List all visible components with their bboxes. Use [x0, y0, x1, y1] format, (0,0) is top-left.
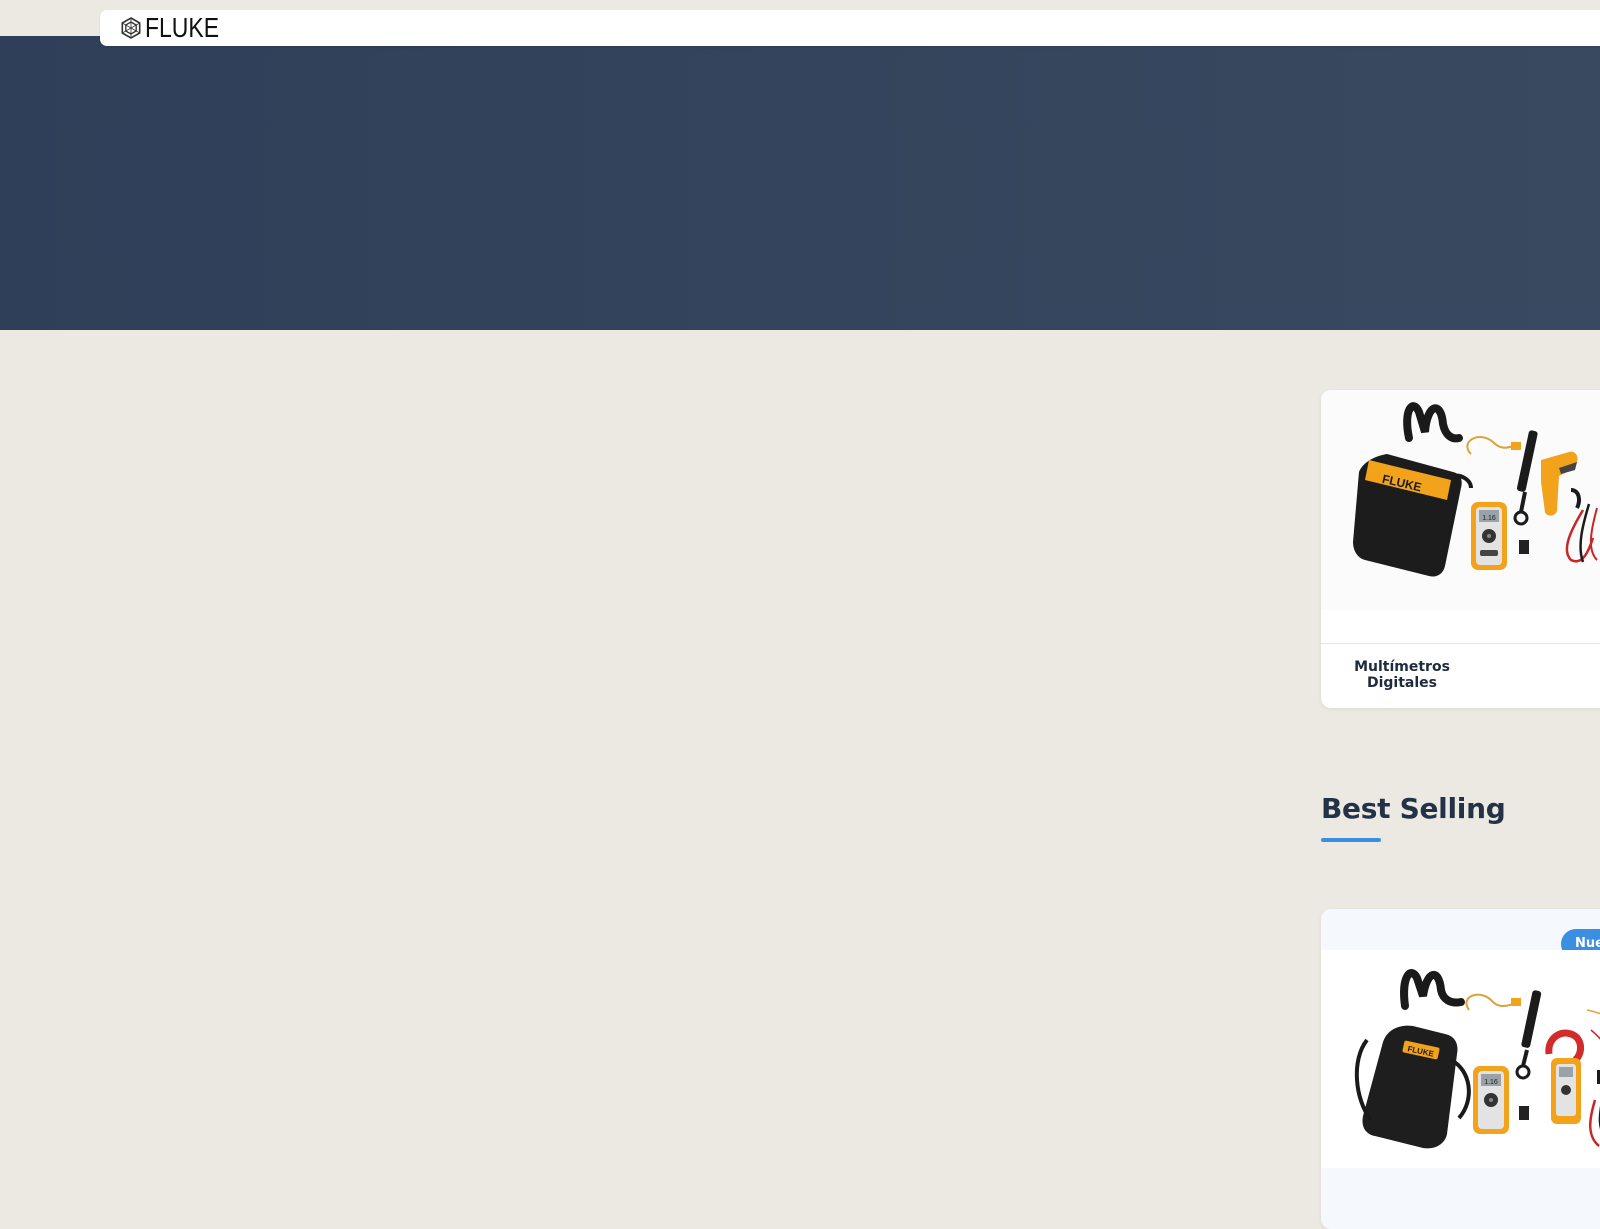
product-card[interactable]: Nuev FLUKE 1.16: [1321, 909, 1600, 1229]
card-divider: [1321, 643, 1600, 644]
fluke-multimeter-clamp-kit-image[interactable]: FLUKE 1.16: [1321, 950, 1600, 1168]
category-title[interactable]: Multímetros Digitales: [1321, 659, 1483, 691]
top-navigation-bar: FLUKE: [100, 10, 1600, 46]
hero-banner: [0, 36, 1600, 330]
brand-logo[interactable]: FLUKE: [120, 13, 235, 43]
brand-name: FLUKE: [145, 12, 220, 43]
svg-text:1.16: 1.16: [1482, 515, 1496, 522]
section-title-underline: [1321, 838, 1381, 842]
category-card-multimetros[interactable]: FLUKE 1.16 Multímetros Digitales: [1321, 390, 1600, 708]
fluke-multimeter-kit-image: FLUKE 1.16: [1321, 390, 1600, 610]
fluke-hexagon-icon: [120, 17, 142, 39]
section-title-best-selling: Best Selling: [1321, 792, 1506, 825]
svg-text:1.16: 1.16: [1484, 1079, 1498, 1086]
